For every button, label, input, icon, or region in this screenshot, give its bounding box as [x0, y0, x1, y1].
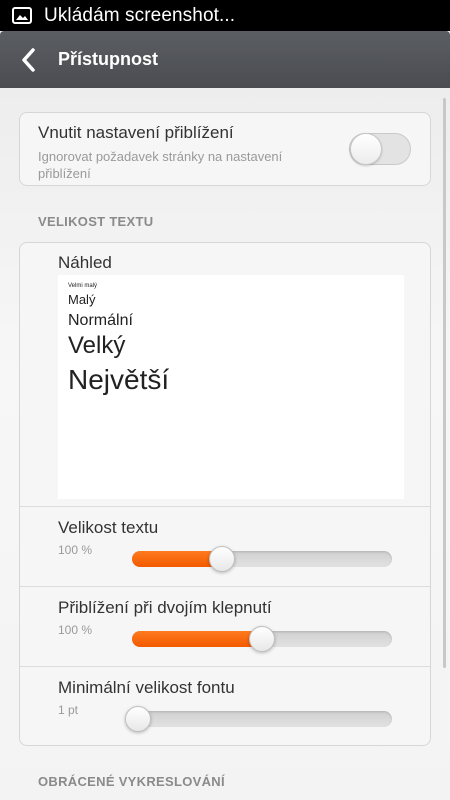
- back-button[interactable]: [0, 31, 58, 88]
- double-tap-zoom-value: 100 %: [58, 623, 93, 637]
- preview-text-largest: Největší: [68, 364, 170, 395]
- preview-text-small: Malý: [68, 292, 96, 307]
- slider-handle[interactable]: [125, 706, 151, 732]
- text-size-card: Náhled Velmi malý Malý Normální Velký Ne…: [19, 242, 431, 746]
- image-icon: [12, 7, 32, 24]
- preview-text-tiny: Velmi malý: [68, 283, 98, 289]
- settings-content[interactable]: Vnutit nastavení přiblížení Ignorovat po…: [0, 88, 450, 800]
- slider-fill: [132, 631, 262, 647]
- preview-text-normal: Normální: [68, 312, 133, 329]
- zoom-setting-title: Vnutit nastavení přiblížení: [38, 123, 234, 142]
- min-font-size-row[interactable]: Minimální velikost fontu 1 pt: [20, 666, 430, 746]
- preview-label: Náhled: [58, 253, 112, 272]
- scrollbar[interactable]: [443, 98, 446, 668]
- min-font-size-title: Minimální velikost fontu: [58, 678, 235, 697]
- text-size-title: Velikost textu: [58, 518, 159, 537]
- zoom-setting-subtitle: Ignorovat požadavek stránky na nastavení…: [38, 149, 283, 181]
- double-tap-zoom-slider[interactable]: [132, 626, 392, 652]
- text-size-row[interactable]: Velikost textu 100 %: [20, 506, 430, 586]
- action-bar: Přístupnost: [0, 31, 450, 88]
- text-size-slider[interactable]: [132, 546, 392, 572]
- toggle-knob: [350, 133, 382, 165]
- zoom-toggle[interactable]: [349, 133, 411, 165]
- double-tap-zoom-row[interactable]: Přiblížení při dvojím klepnutí 100 %: [20, 586, 430, 666]
- section-header-text-size: VELIKOST TEXTU: [38, 214, 154, 229]
- zoom-setting-row[interactable]: Vnutit nastavení přiblížení Ignorovat po…: [19, 112, 431, 186]
- min-font-size-value: 1 pt: [58, 703, 79, 717]
- min-font-size-slider[interactable]: [125, 706, 392, 732]
- slider-handle[interactable]: [249, 626, 275, 652]
- double-tap-zoom-title: Přiblížení při dvojím klepnutí: [58, 598, 272, 617]
- text-preview: Velmi malý Malý Normální Velký Největší: [58, 275, 404, 499]
- text-size-value: 100 %: [58, 543, 93, 557]
- chevron-left-icon: [22, 47, 35, 72]
- status-text: Ukládám screenshot...: [44, 4, 236, 26]
- section-header-inverted-rendering: OBRÁCENÉ VYKRESLOVÁNÍ: [38, 774, 225, 789]
- slider-handle[interactable]: [209, 546, 236, 572]
- status-bar: Ukládám screenshot...: [0, 0, 450, 31]
- preview-text-large: Velký: [68, 332, 126, 359]
- page-title: Přístupnost: [58, 49, 159, 69]
